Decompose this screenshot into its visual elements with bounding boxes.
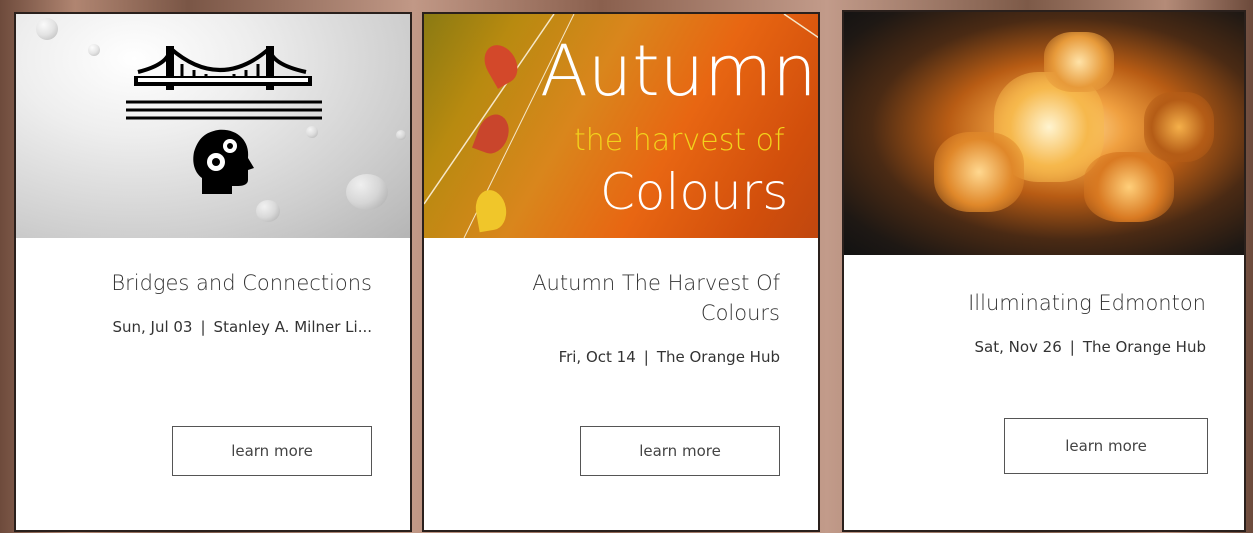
event-date: Sat, Nov 26 (974, 338, 1062, 356)
event-date: Sun, Jul 03 (112, 318, 193, 336)
water-drop (396, 130, 406, 140)
event-card-autumn[interactable]: Autumn the harvest of Colours Autumn The… (422, 12, 820, 532)
event-card-illuminating[interactable]: Illuminating Edmonton Sat, Nov 26 | The Or… (842, 10, 1246, 532)
bokeh-light (1044, 32, 1114, 92)
separator: | (1069, 338, 1075, 356)
event-title[interactable]: Bridges and Connections (32, 268, 372, 298)
water-drop (88, 44, 100, 56)
head-gears-icon (193, 129, 254, 194)
learn-more-button[interactable]: learn more (580, 426, 780, 476)
bokeh-light (1144, 92, 1214, 162)
event-title[interactable]: Illuminating Edmonton (906, 288, 1206, 318)
event-venue: The Orange Hub (1082, 338, 1206, 356)
event-meta: Fri, Oct 14 | The Orange Hub (559, 348, 780, 366)
event-venue: Stanley A. Milner Li... (213, 318, 372, 336)
separator: | (643, 348, 649, 366)
bokeh-light (1084, 152, 1174, 222)
water-drop (256, 200, 280, 222)
event-image-autumn[interactable]: Autumn the harvest of Colours (424, 14, 818, 238)
event-image-illuminating[interactable] (844, 12, 1244, 255)
bokeh-light (934, 132, 1024, 212)
learn-more-button[interactable]: learn more (1004, 418, 1208, 474)
event-card-bridges[interactable]: Bridges and Connections Sun, Jul 03 | Stan… (14, 12, 412, 532)
separator: | (200, 318, 206, 336)
image-title-autumn: Autumn (540, 30, 817, 112)
event-image-bridges[interactable] (16, 14, 410, 238)
learn-more-button[interactable]: learn more (172, 426, 372, 476)
image-title-colours: Colours (600, 163, 789, 221)
bridge-icon (126, 46, 322, 120)
event-title[interactable]: Autumn The Harvest Of Colours (480, 268, 780, 328)
image-subtitle-harvest: the harvest of (574, 123, 785, 158)
water-drop (36, 18, 58, 40)
water-drop (346, 174, 388, 210)
event-date: Fri, Oct 14 (558, 348, 636, 366)
water-drop (306, 126, 318, 138)
event-venue: The Orange Hub (656, 348, 780, 366)
event-meta: Sat, Nov 26 | The Orange Hub (975, 338, 1207, 356)
event-meta: Sun, Jul 03 | Stanley A. Milner Li... (42, 318, 372, 336)
